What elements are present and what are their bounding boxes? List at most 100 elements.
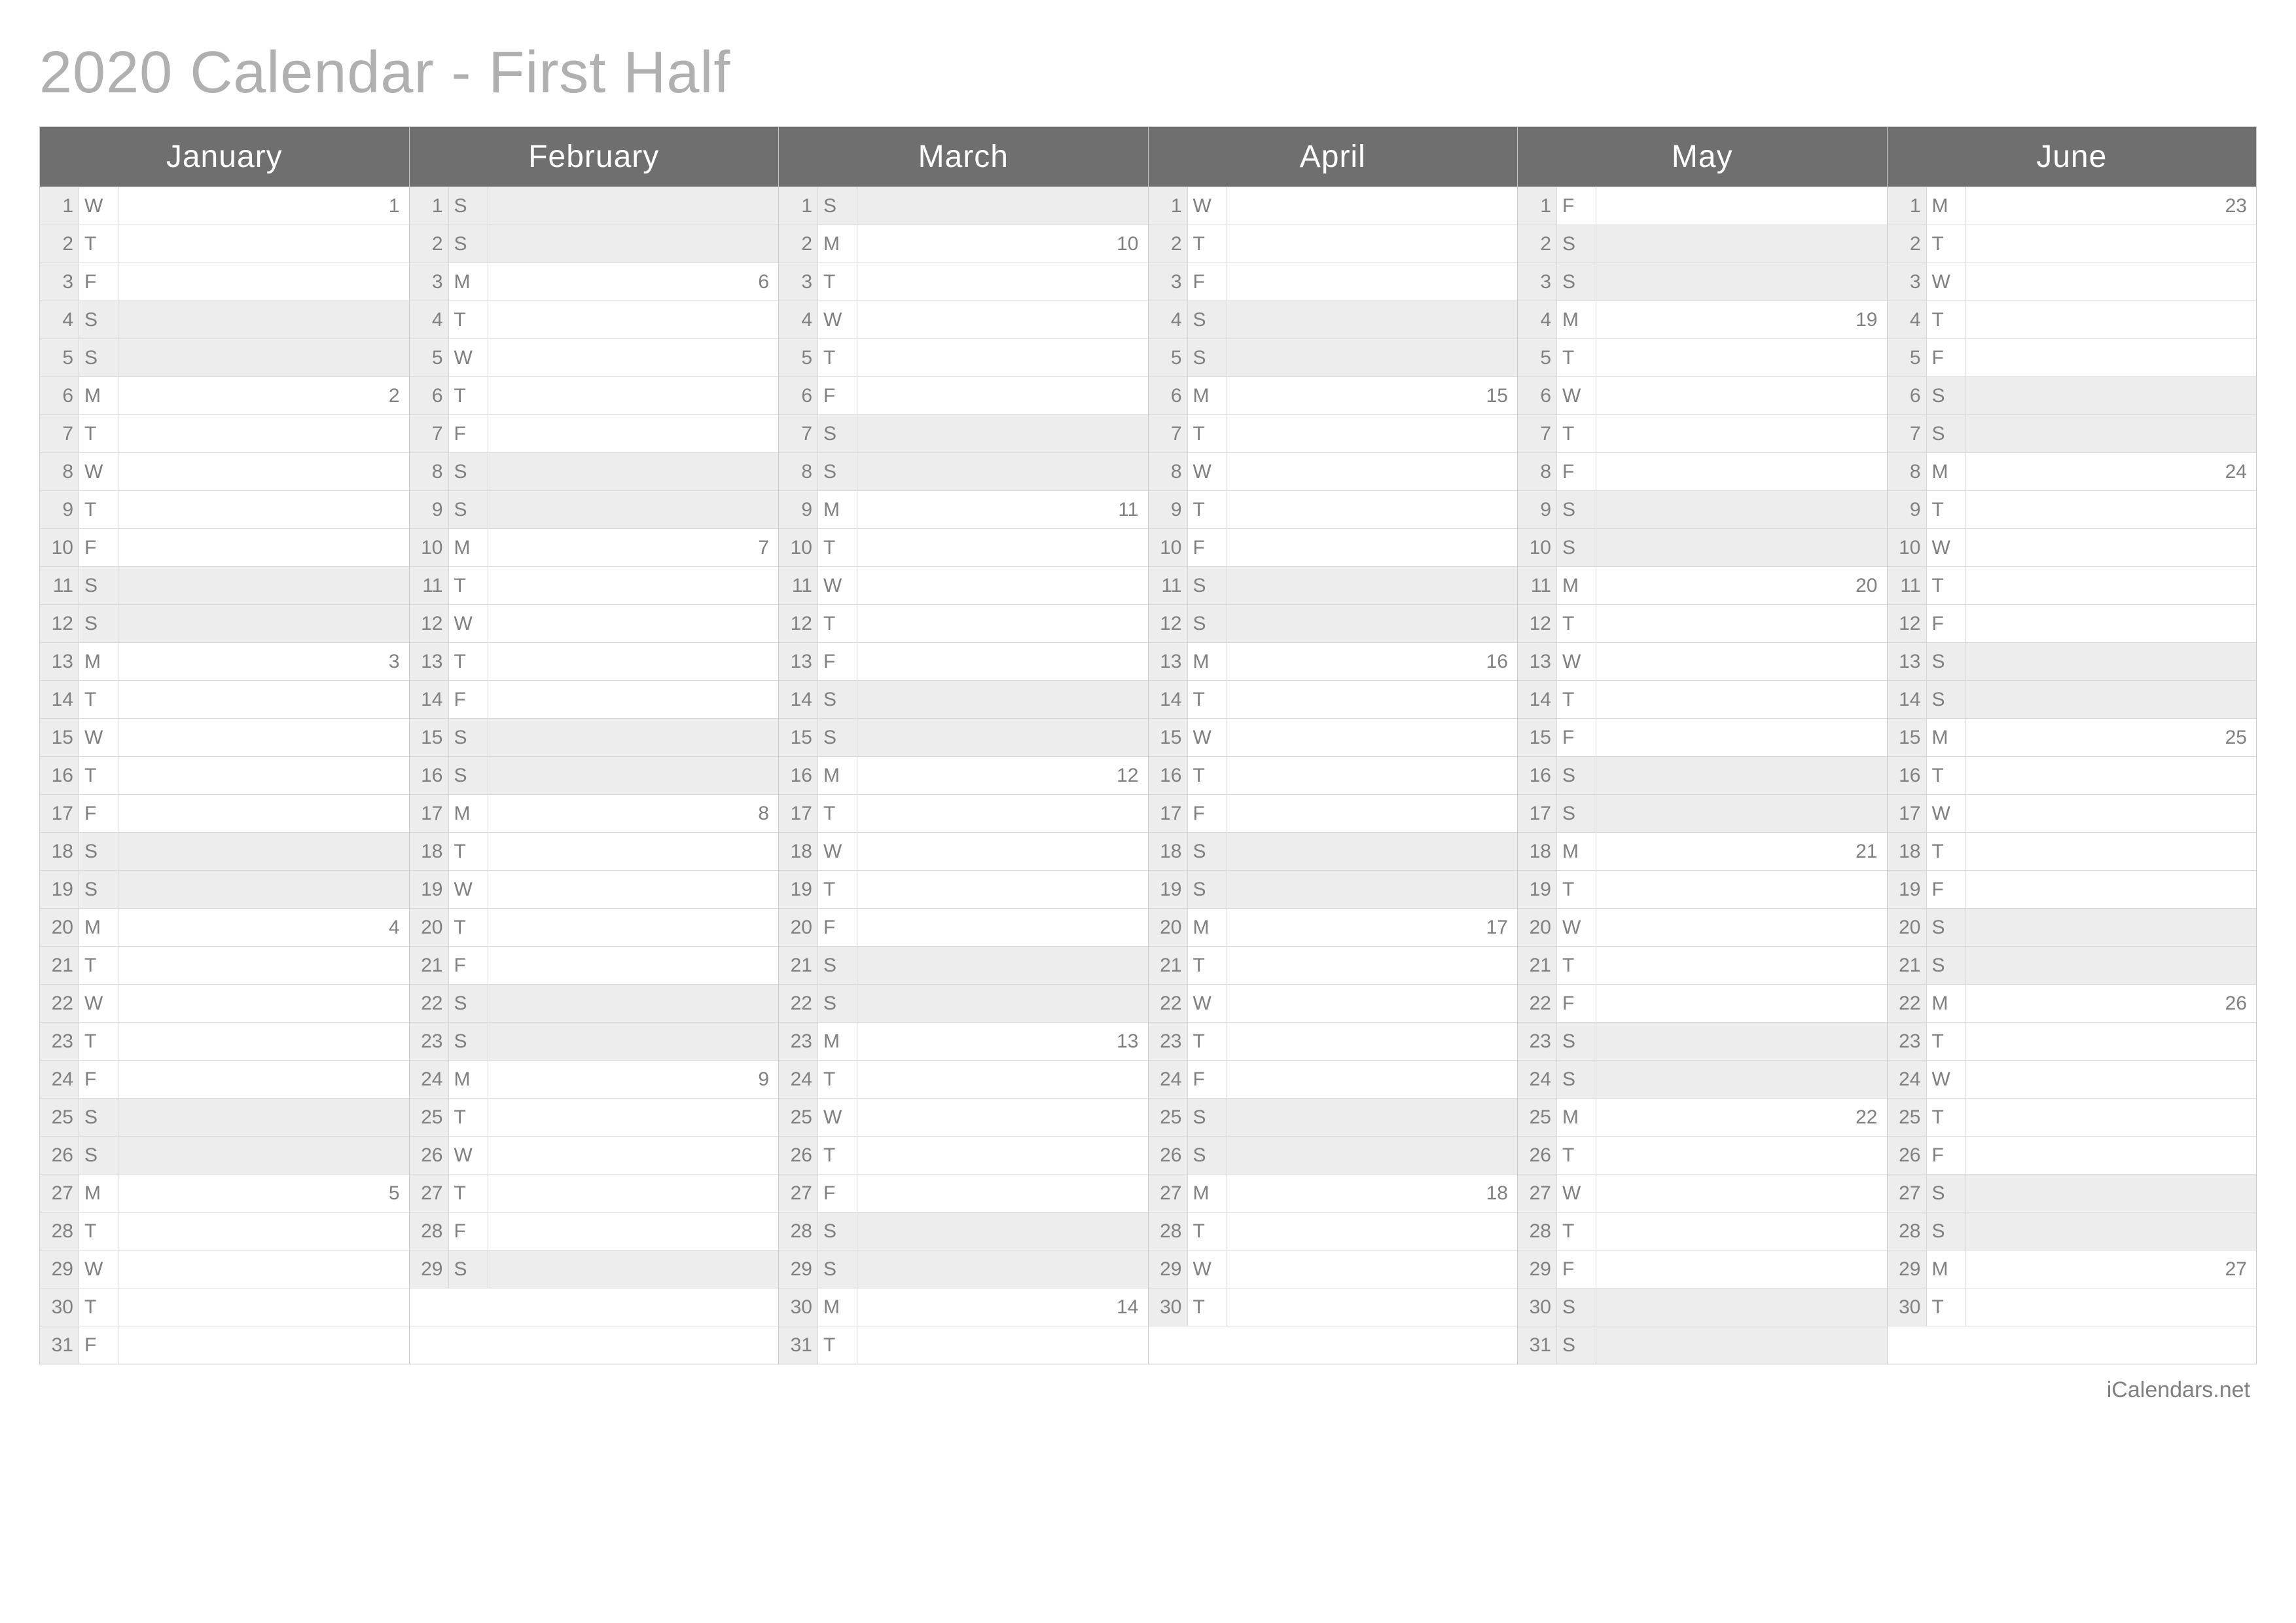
day-number: 10: [1518, 529, 1557, 566]
day-number: 24: [410, 1061, 449, 1098]
day-number: 12: [410, 605, 449, 642]
day-row: 4M19: [1518, 301, 1887, 338]
day-of-week: S: [1927, 947, 1966, 984]
day-note: [857, 947, 1148, 984]
day-of-week: W: [449, 605, 488, 642]
day-of-week: S: [1188, 1099, 1227, 1136]
day-number: 19: [40, 871, 79, 908]
day-row: 18T: [410, 832, 779, 870]
day-note: [118, 339, 409, 376]
day-row: 18S: [1149, 832, 1518, 870]
calendar-grid: January1W12T3F4S5S6M27T8W9T10F11S12S13M3…: [39, 126, 2257, 1364]
day-of-week: F: [818, 643, 857, 680]
day-of-week: M: [1557, 567, 1596, 604]
day-note: [1596, 491, 1887, 528]
day-row: 2T: [40, 225, 409, 263]
day-note: [1596, 1023, 1887, 1060]
day-row: 2T: [1149, 225, 1518, 263]
day-row: 3W: [1888, 263, 2257, 301]
day-number: 6: [1888, 377, 1927, 414]
day-note: 23: [1966, 187, 2257, 225]
day-of-week: T: [79, 1213, 118, 1250]
day-of-week: W: [1557, 377, 1596, 414]
day-row: 12S: [40, 604, 409, 642]
day-note: [1227, 529, 1518, 566]
day-row: 29W: [1149, 1250, 1518, 1288]
day-note: [488, 453, 779, 490]
day-note: [488, 225, 779, 263]
day-row: 10M7: [410, 528, 779, 566]
day-number: 17: [410, 795, 449, 832]
day-number: 28: [1888, 1213, 1927, 1250]
day-of-week: T: [1557, 681, 1596, 718]
day-note: [1227, 1137, 1518, 1174]
day-number: 31: [40, 1326, 79, 1364]
day-note: [857, 1099, 1148, 1136]
day-note: [1966, 415, 2257, 452]
day-of-week: T: [79, 1023, 118, 1060]
day-of-week: W: [818, 1099, 857, 1136]
day-of-week: T: [1927, 757, 1966, 794]
day-note: 22: [1596, 1099, 1887, 1136]
day-of-week: W: [79, 453, 118, 490]
day-number: 15: [40, 719, 79, 756]
day-of-week: M: [1188, 643, 1227, 680]
day-number: 29: [779, 1250, 818, 1288]
day-row: 22S: [410, 984, 779, 1022]
day-number: 30: [40, 1288, 79, 1326]
day-of-week: W: [449, 1137, 488, 1174]
day-row: 9M11: [779, 490, 1148, 528]
day-number: 6: [1149, 377, 1188, 414]
day-note: [1227, 985, 1518, 1022]
day-note: [1596, 795, 1887, 832]
day-row: 20T: [410, 908, 779, 946]
day-of-week: S: [79, 339, 118, 376]
day-row: 12W: [410, 604, 779, 642]
day-note: [857, 681, 1148, 718]
day-note: [1227, 1023, 1518, 1060]
day-note: 5: [118, 1175, 409, 1212]
day-number: 27: [40, 1175, 79, 1212]
day-row: 15W: [40, 718, 409, 756]
day-number: 21: [779, 947, 818, 984]
day-row: 27M18: [1149, 1174, 1518, 1212]
day-number: 20: [1149, 909, 1188, 946]
day-note: [488, 909, 779, 946]
day-note: [488, 681, 779, 718]
day-note: [488, 1250, 779, 1288]
month-header: April: [1149, 127, 1518, 187]
day-note: [118, 1326, 409, 1364]
day-of-week: F: [449, 1213, 488, 1250]
day-note: [488, 1023, 779, 1060]
day-note: [1596, 871, 1887, 908]
day-row: 6S: [1888, 376, 2257, 414]
day-note: [488, 339, 779, 376]
day-note: [1966, 871, 2257, 908]
day-row: 27F: [779, 1174, 1148, 1212]
day-number: 8: [1888, 453, 1927, 490]
day-note: [857, 339, 1148, 376]
day-number: 26: [410, 1137, 449, 1174]
day-note: [857, 1137, 1148, 1174]
day-number: 31: [1518, 1326, 1557, 1364]
day-of-week: S: [449, 453, 488, 490]
day-row: 8F: [1518, 452, 1887, 490]
day-number: 14: [1149, 681, 1188, 718]
day-note: [1227, 491, 1518, 528]
day-note: [1596, 605, 1887, 642]
page-title: 2020 Calendar - First Half: [39, 39, 2257, 107]
day-note: [118, 453, 409, 490]
day-note: [1596, 263, 1887, 301]
day-of-week: F: [449, 415, 488, 452]
month-column: January1W12T3F4S5S6M27T8W9T10F11S12S13M3…: [40, 127, 410, 1364]
day-number: 4: [779, 301, 818, 338]
day-row: 20S: [1888, 908, 2257, 946]
day-number: 23: [1518, 1023, 1557, 1060]
day-row: 8W: [1149, 452, 1518, 490]
day-number: 16: [40, 757, 79, 794]
day-note: [488, 757, 779, 794]
day-number: 24: [1518, 1061, 1557, 1098]
day-of-week: T: [1188, 225, 1227, 263]
day-row: 3F: [40, 263, 409, 301]
day-note: [1966, 681, 2257, 718]
